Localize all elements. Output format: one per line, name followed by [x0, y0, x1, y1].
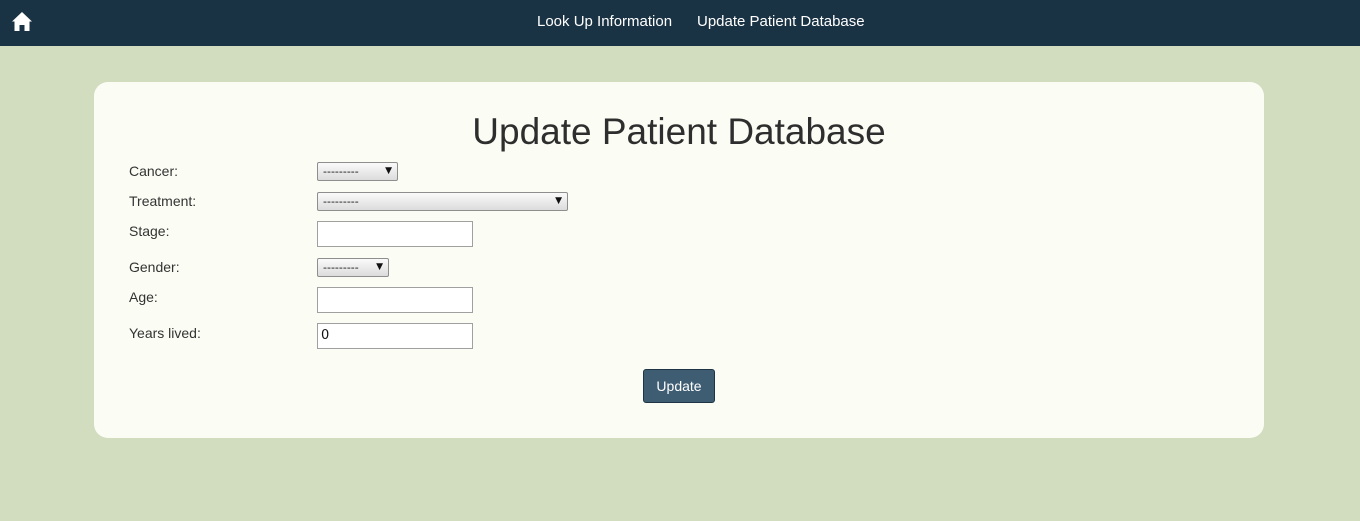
- stage-input[interactable]: [317, 221, 473, 247]
- top-navbar: Look Up Information Update Patient Datab…: [0, 0, 1360, 46]
- home-icon[interactable]: [11, 11, 33, 33]
- treatment-select-value: ---------: [323, 195, 359, 208]
- gender-select-value: ---------: [323, 261, 359, 274]
- years-lived-label: Years lived:: [129, 325, 201, 341]
- gender-label: Gender:: [129, 259, 180, 275]
- age-input[interactable]: [317, 287, 473, 313]
- stage-label: Stage:: [129, 223, 170, 239]
- chevron-down-icon: ▼: [376, 262, 383, 272]
- update-button[interactable]: Update: [643, 369, 715, 403]
- update-form-card: Update Patient Database Cancer: --------…: [94, 82, 1264, 438]
- chevron-down-icon: ▼: [555, 196, 562, 206]
- treatment-label: Treatment:: [129, 193, 197, 209]
- age-label: Age:: [129, 289, 158, 305]
- page-title: Update Patient Database: [472, 111, 886, 152]
- cancer-label: Cancer:: [129, 163, 179, 179]
- nav-link-look-up-information[interactable]: Look Up Information: [537, 13, 672, 30]
- treatment-select[interactable]: --------- ▼: [317, 192, 568, 211]
- chevron-down-icon: ▼: [385, 166, 392, 176]
- years-lived-input[interactable]: 0: [317, 323, 473, 349]
- cancer-select-value: ---------: [323, 165, 359, 178]
- cancer-select[interactable]: --------- ▼: [317, 162, 398, 181]
- nav-link-update-patient-database[interactable]: Update Patient Database: [697, 13, 865, 30]
- gender-select[interactable]: --------- ▼: [317, 258, 389, 277]
